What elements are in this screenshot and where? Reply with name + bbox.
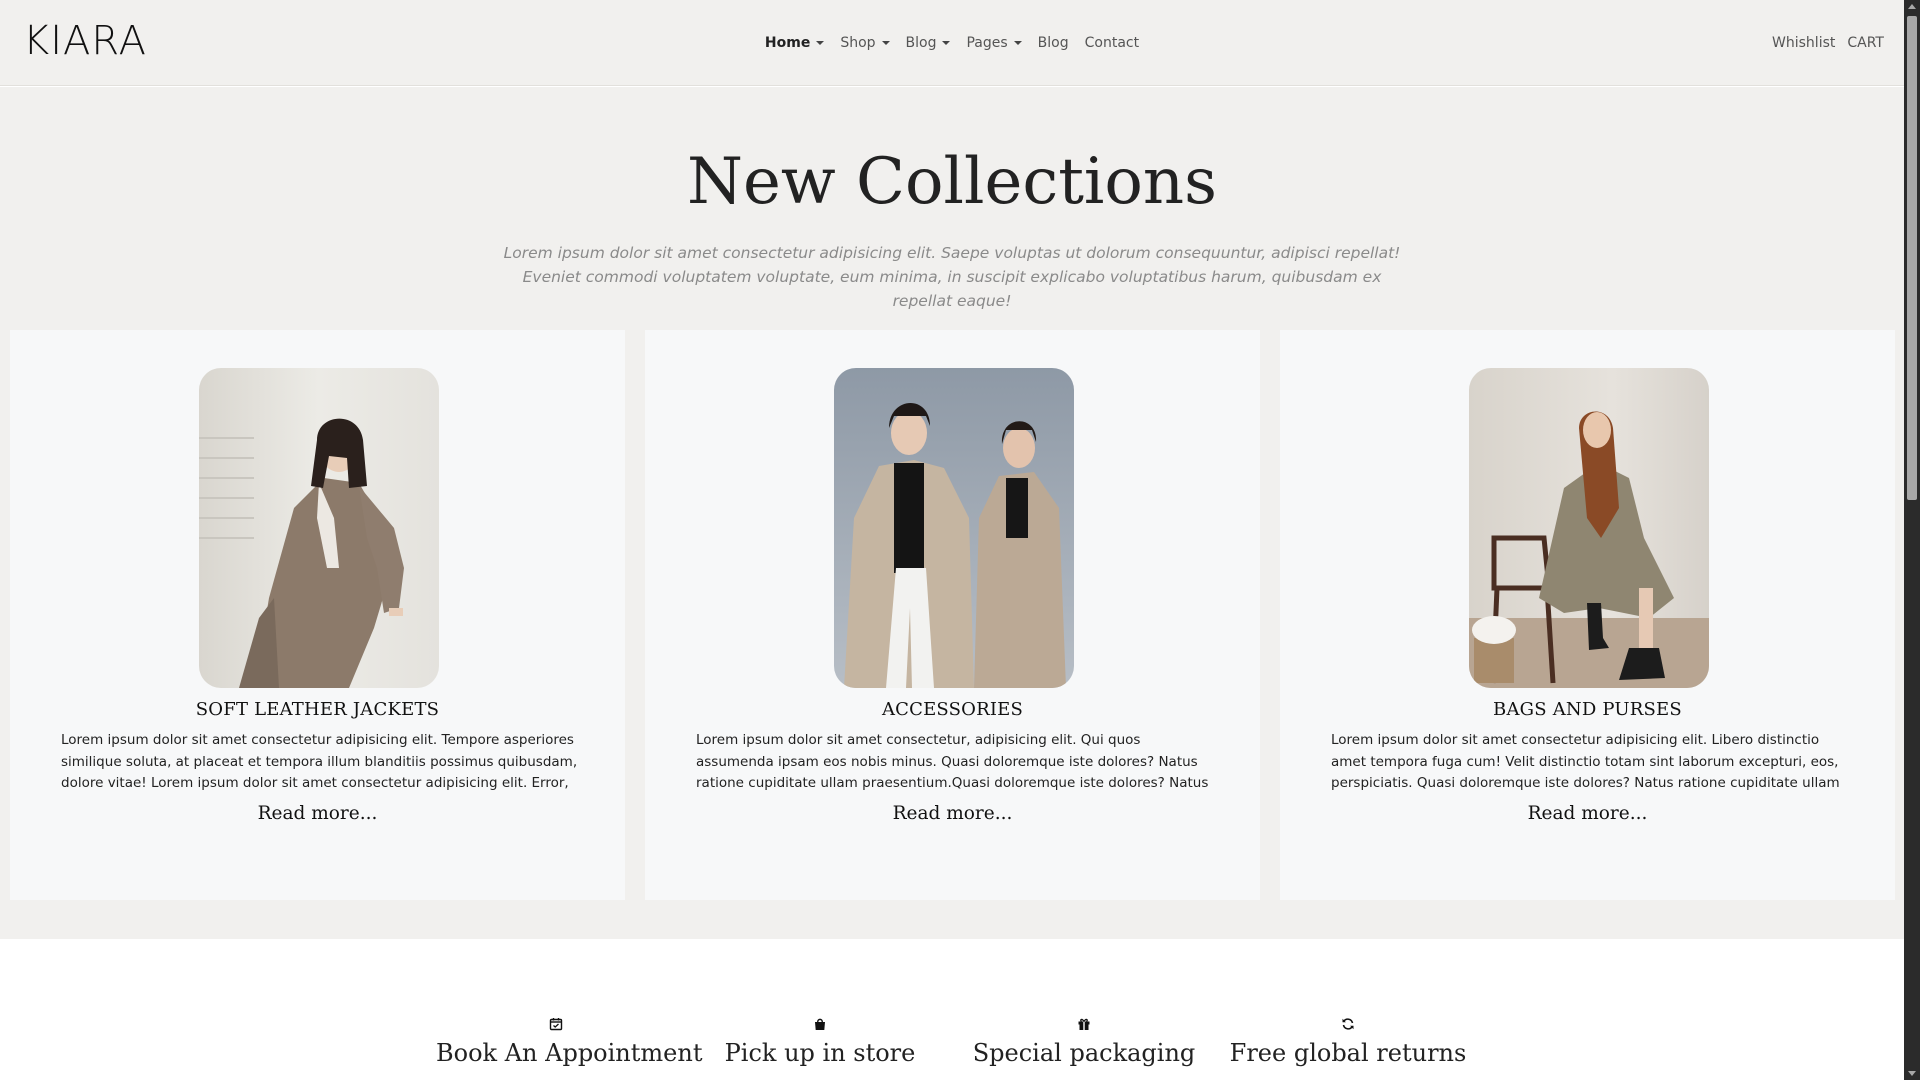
read-more-link[interactable]: Read more... xyxy=(1280,803,1895,824)
shopping-bag-icon xyxy=(815,1018,825,1030)
caret-down-icon xyxy=(881,41,890,45)
feature-item[interactable]: Free global returns xyxy=(1228,1017,1468,1067)
card-image-accessories[interactable] xyxy=(834,368,1074,688)
nav-item-label: Pages xyxy=(966,35,1008,51)
feature-label: Book An Appointment xyxy=(436,1039,703,1067)
nav-item-label: Contact xyxy=(1084,35,1140,51)
collection-card: BAGS AND PURSES Lorem ipsum dolor sit am… xyxy=(1280,330,1895,900)
page: KIARA Home Shop Blog Pages Blog Contact … xyxy=(0,0,1904,1080)
feature-item[interactable]: Special packaging xyxy=(964,1017,1204,1067)
card-title: SOFT LEATHER JACKETS xyxy=(195,699,440,720)
feature-label: Special packaging xyxy=(972,1039,1196,1067)
scrollbar-thumb[interactable] xyxy=(1907,16,1917,500)
card-title: BAGS AND PURSES xyxy=(1493,699,1682,720)
feature-label: Free global returns xyxy=(1229,1039,1467,1067)
card-image-bags[interactable] xyxy=(1469,368,1709,688)
scroll-down-icon[interactable] xyxy=(1908,1071,1916,1076)
nav-item-pages[interactable]: Pages xyxy=(958,35,1029,51)
gift-icon xyxy=(1078,1018,1090,1030)
nav-right: Whishlist CART xyxy=(1766,0,1890,86)
refresh-icon xyxy=(1342,1018,1354,1030)
nav-item-blog[interactable]: Blog xyxy=(1030,35,1077,51)
caret-down-icon xyxy=(816,41,825,45)
card-description: Lorem ipsum dolor sit amet consectetur, … xyxy=(696,732,1209,791)
nav-item-blog-dropdown[interactable]: Blog xyxy=(898,35,959,51)
scroll-up-icon[interactable] xyxy=(1908,4,1916,9)
card-title: ACCESSORIES xyxy=(881,699,1024,720)
navbar: KIARA Home Shop Blog Pages Blog Contact … xyxy=(0,0,1904,86)
feature-item[interactable]: Book An Appointment xyxy=(436,1017,703,1067)
page-subtitle: Lorem ipsum dolor sit amet consectetur a… xyxy=(503,244,1401,310)
feature-item[interactable]: Pick up in store xyxy=(700,1017,940,1067)
photo-two-women-trench-coats xyxy=(834,368,1074,688)
nav-item-contact[interactable]: Contact xyxy=(1077,35,1147,51)
card-description: Lorem ipsum dolor sit amet consectetur a… xyxy=(61,732,578,791)
collection-card: ACCESSORIES Lorem ipsum dolor sit amet c… xyxy=(645,330,1260,900)
card-image-leather-jacket[interactable] xyxy=(199,368,439,688)
nav-item-label: Blog xyxy=(905,35,937,51)
nav-item-shop[interactable]: Shop xyxy=(832,35,897,51)
caret-down-icon xyxy=(942,41,951,45)
wishlist-link[interactable]: Whishlist xyxy=(1766,35,1841,51)
photo-woman-plaid-jacket xyxy=(199,368,439,688)
main-nav: Home Shop Blog Pages Blog Contact xyxy=(0,0,1904,86)
nav-item-home[interactable]: Home xyxy=(757,35,832,51)
page-title: New Collections xyxy=(687,145,1217,219)
read-more-link[interactable]: Read more... xyxy=(10,803,625,824)
card-description: Lorem ipsum dolor sit amet consectetur a… xyxy=(1331,732,1840,791)
main-nav-links: Home Shop Blog Pages Blog Contact xyxy=(757,35,1147,51)
read-more-link[interactable]: Read more... xyxy=(645,803,1260,824)
calendar-check-icon xyxy=(549,1018,563,1031)
caret-down-icon xyxy=(1013,41,1022,45)
nav-item-label: Home xyxy=(764,35,811,51)
nav-item-label: Shop xyxy=(840,35,876,51)
collection-cards: SOFT LEATHER JACKETS Lorem ipsum dolor s… xyxy=(10,330,1895,900)
photo-woman-on-chair xyxy=(1469,368,1709,688)
feature-label: Pick up in store xyxy=(724,1039,916,1067)
features-section: Book An Appointment Pick up in store Spe… xyxy=(0,939,1904,1080)
collection-card: SOFT LEATHER JACKETS Lorem ipsum dolor s… xyxy=(10,330,625,900)
nav-item-label: Blog xyxy=(1037,35,1069,51)
collections-section: New Collections Lorem ipsum dolor sit am… xyxy=(0,87,1904,939)
cart-link[interactable]: CART xyxy=(1841,35,1890,51)
brand-logo[interactable]: KIARA xyxy=(23,18,147,64)
page-scrollbar[interactable] xyxy=(1904,0,1920,1080)
